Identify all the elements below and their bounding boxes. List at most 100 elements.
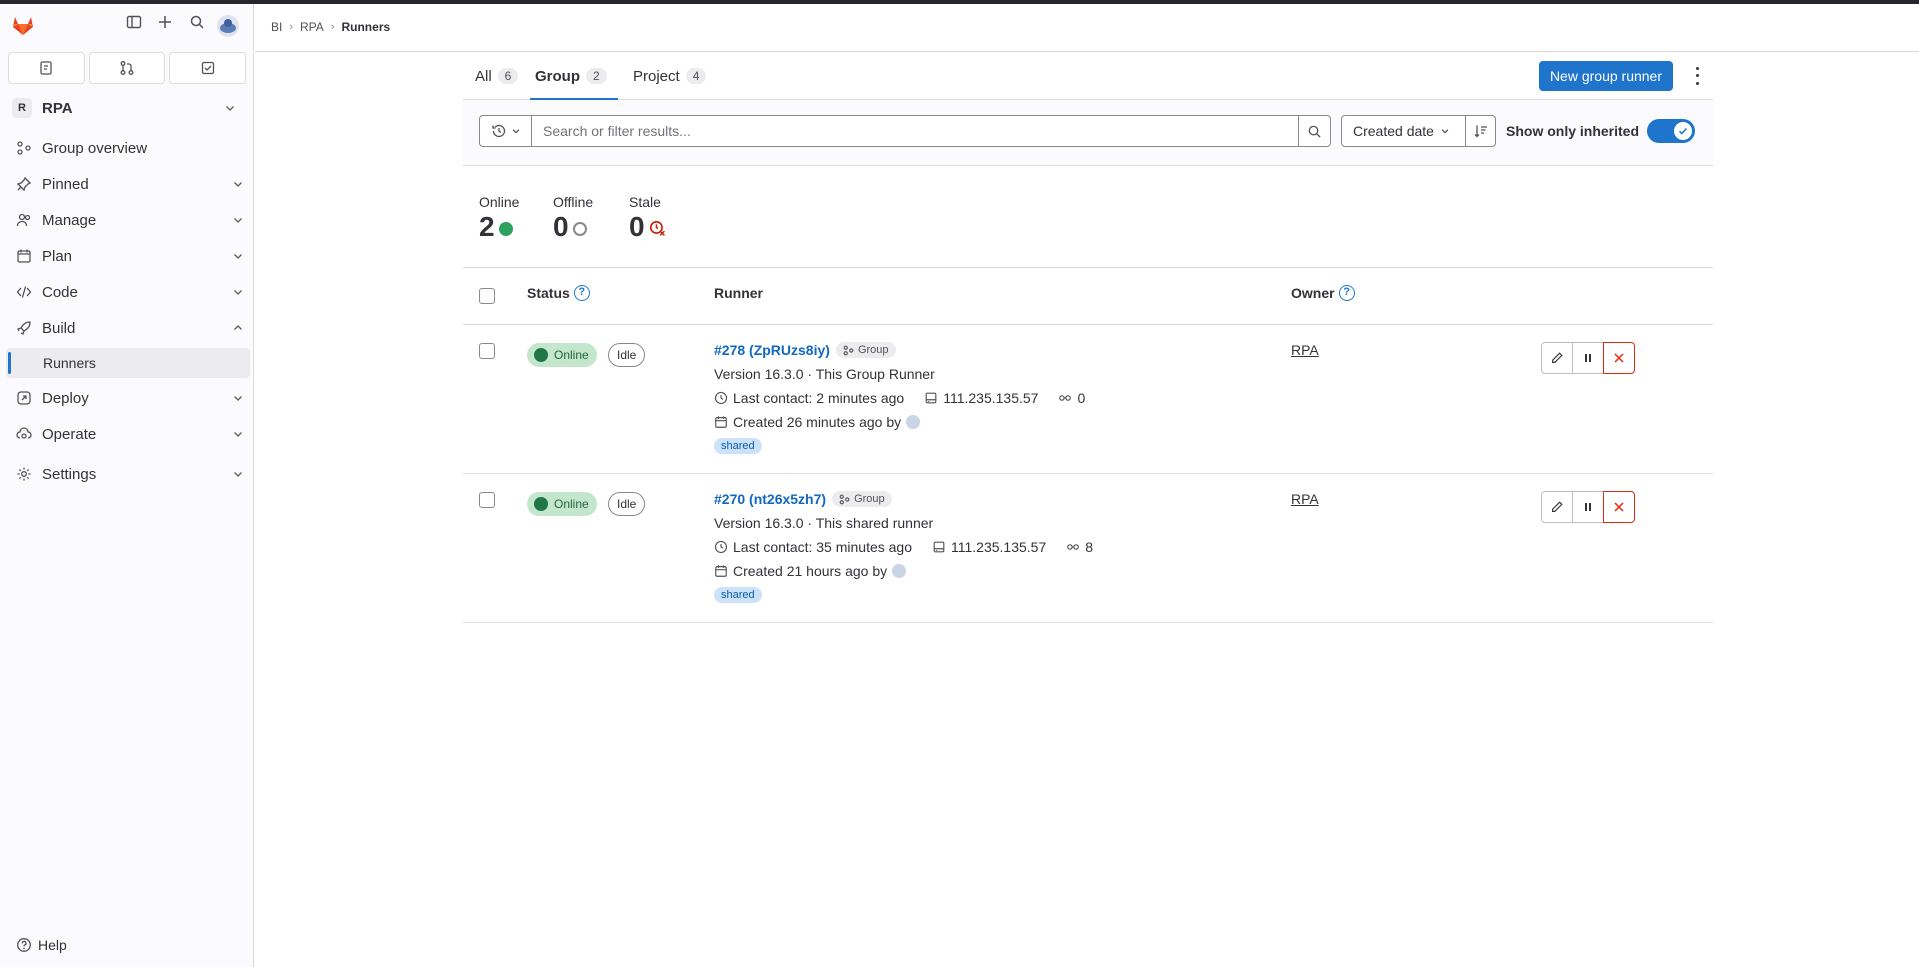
sidebar-item-label: Pinned (42, 175, 89, 193)
sidebar-item-build[interactable]: Build (0, 310, 254, 346)
search-icon[interactable] (186, 14, 208, 36)
runner-tabs: All 6 Group 2 Project 4 New group runner (463, 52, 1713, 100)
online-status-icon (498, 221, 513, 236)
runner-meta: Last contact: 35 minutes ago 111.235.135… (714, 539, 1093, 555)
breadcrumb-item[interactable]: BI (271, 20, 282, 34)
check-icon (1678, 127, 1688, 135)
sidebar-item-plan[interactable]: Plan (0, 238, 254, 274)
pause-button[interactable] (1572, 491, 1604, 523)
sidebar-item-code[interactable]: Code (0, 274, 254, 310)
sidebar-item-label: Plan (42, 247, 73, 265)
sidebar-item-label: Runners (43, 355, 96, 371)
sidebar-item-group-overview[interactable]: Group overview (0, 130, 254, 166)
runner-type-label: Group (854, 493, 885, 505)
pipeline-icon (1067, 544, 1080, 550)
sidebar-item-manage[interactable]: Manage (0, 202, 254, 238)
stat-label: Offline (553, 194, 594, 210)
thumbtack-icon (16, 176, 32, 192)
chevron-down-icon (234, 218, 242, 223)
new-group-runner-button[interactable]: New group runner (1538, 61, 1673, 91)
sidebar-item-operate[interactable]: Operate (0, 416, 254, 452)
disk-icon (925, 392, 937, 404)
edit-button[interactable] (1541, 342, 1573, 374)
status-help-icon[interactable]: ? (573, 285, 590, 301)
breadcrumb-current[interactable]: Runners (341, 20, 390, 34)
help-label: Help (38, 937, 67, 953)
creator-avatar[interactable] (906, 415, 921, 429)
group-context-switcher[interactable]: R RPA (8, 94, 246, 122)
created-at: Created 21 hours ago by (733, 563, 888, 579)
more-actions-icon[interactable] (1689, 65, 1705, 87)
delete-button[interactable] (1603, 342, 1635, 374)
runner-version: Version 16.3.0 · This Group Runner (714, 366, 935, 382)
user-avatar[interactable] (217, 15, 239, 37)
users-icon (16, 212, 32, 228)
delete-button[interactable] (1603, 491, 1635, 523)
sidebar-item-pinned[interactable]: Pinned (0, 166, 254, 202)
runner-version: Version 16.3.0 · This shared runner (714, 515, 934, 531)
sidebar-item-label: Manage (42, 211, 97, 229)
tab-project[interactable]: Project 4 (633, 62, 707, 100)
job-count: 8 (1085, 539, 1094, 555)
stat-value: 0 (553, 211, 569, 242)
idle-badge: Idle (608, 343, 646, 367)
creator-avatar[interactable] (892, 564, 907, 578)
status-badge: Online (527, 343, 597, 367)
sidebar-toggle-icon[interactable] (123, 14, 145, 36)
sidebar-item-label: Operate (42, 425, 97, 443)
close-icon (1614, 353, 1624, 363)
toggle-knob (1674, 122, 1692, 140)
sidebar-item-runners[interactable]: Runners (6, 348, 250, 378)
merge-requests-tab[interactable] (88, 52, 166, 84)
sort-direction-button[interactable] (1465, 115, 1496, 147)
sidebar-item-settings[interactable]: Settings (0, 456, 254, 492)
tab-group[interactable]: Group 2 (530, 62, 618, 100)
sort-dropdown[interactable]: Created date (1341, 115, 1466, 147)
sidebar-quick-tabs (8, 52, 247, 84)
group-name: RPA (42, 99, 73, 117)
chevron-down-icon (234, 182, 242, 187)
row-checkbox[interactable] (479, 343, 495, 359)
breadcrumb-item[interactable]: RPA (300, 20, 324, 34)
create-new-icon[interactable] (154, 14, 176, 36)
recent-searches-button[interactable] (479, 115, 531, 147)
runner-type-badge: Group (835, 342, 896, 358)
sidebar: R RPA Group overview Pinned Manage Plan … (0, 4, 254, 967)
gitlab-logo-icon[interactable] (10, 12, 36, 38)
tab-all[interactable]: All 6 (475, 62, 519, 100)
issues-icon (40, 61, 52, 75)
todos-tab[interactable] (169, 52, 247, 84)
row-checkbox[interactable] (479, 492, 495, 508)
sidebar-item-deploy[interactable]: Deploy (0, 380, 254, 416)
sidebar-item-label: Build (42, 319, 76, 337)
select-all-checkbox[interactable] (479, 288, 495, 304)
sidebar-item-label: Code (42, 283, 78, 301)
sort-label: Created date (1353, 123, 1434, 139)
idle-badge: Idle (608, 492, 646, 516)
runner-title: #278 (ZpRUzs8iy) Group (714, 342, 896, 358)
online-status-icon (534, 497, 548, 511)
ip-address: 111.235.135.57 (951, 539, 1047, 555)
help-button[interactable]: Help (16, 937, 67, 953)
status-label: Online (554, 348, 589, 362)
owner-link[interactable]: RPA (1291, 342, 1319, 358)
search-input[interactable] (531, 115, 1299, 147)
owner-link[interactable]: RPA (1291, 491, 1319, 507)
edit-button[interactable] (1541, 491, 1573, 523)
runner-stats: Online 2 Offline 0 Stale 0 (463, 166, 1713, 268)
owner-help-icon[interactable]: ? (1338, 285, 1355, 301)
runner-link[interactable]: #278 (ZpRUzs8iy) (714, 342, 830, 358)
ip-address: 111.235.135.57 (943, 390, 1039, 406)
pause-button[interactable] (1572, 342, 1604, 374)
show-only-inherited-toggle[interactable] (1647, 119, 1695, 143)
sidebar-item-label: Group overview (42, 139, 148, 157)
runner-column-header: Runner (714, 285, 763, 301)
tab-count: 4 (685, 68, 707, 84)
issues-tab[interactable] (8, 52, 85, 84)
search-button[interactable] (1299, 115, 1331, 147)
runner-link[interactable]: #270 (nt26x5zh7) (714, 491, 826, 507)
runners-main: All 6 Group 2 Project 4 New group runner… (463, 52, 1713, 623)
tab-label: All (475, 68, 492, 85)
stat-offline: Offline 0 (553, 194, 593, 244)
rocket-icon (16, 320, 32, 336)
